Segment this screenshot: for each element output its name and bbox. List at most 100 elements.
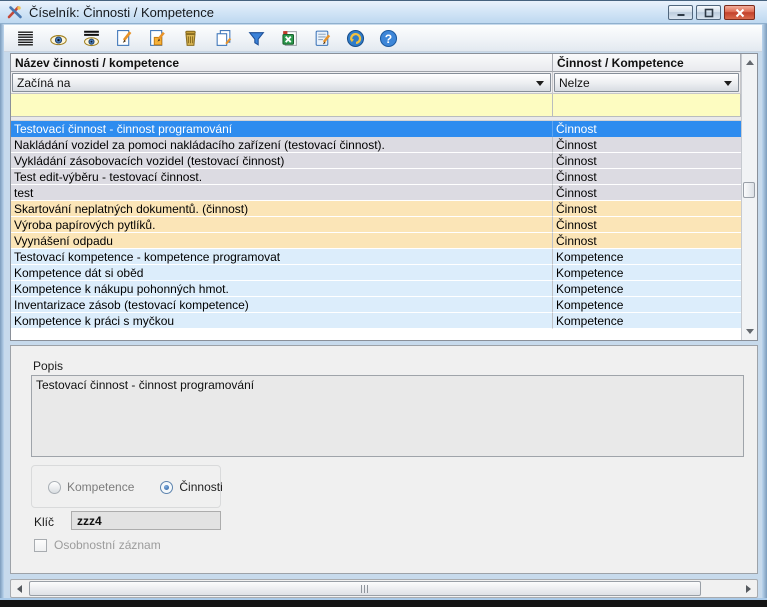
minimize-button[interactable] bbox=[668, 5, 693, 20]
cell-name[interactable]: Kompetence dát si oběd bbox=[11, 265, 553, 281]
type-filter-value: Nelze bbox=[559, 76, 590, 90]
cell-name[interactable]: Inventarizace zásob (testovací kompetenc… bbox=[11, 297, 553, 313]
chevron-down-icon bbox=[724, 81, 732, 86]
cell-name[interactable]: Vyynášení odpadu bbox=[11, 233, 553, 249]
personal-record-checkbox[interactable] bbox=[34, 539, 47, 552]
cell-type[interactable]: Činnost bbox=[553, 233, 741, 249]
cell-type[interactable]: Činnost bbox=[553, 153, 741, 169]
scroll-down-button[interactable] bbox=[742, 324, 757, 339]
detail-panel: Popis Testovací činnost - činnost progra… bbox=[10, 345, 758, 574]
table-row[interactable]: testČinnost bbox=[11, 185, 741, 201]
copy-record-button[interactable] bbox=[211, 27, 235, 50]
name-filter-dropdown[interactable]: Začíná na bbox=[12, 73, 551, 92]
cell-type[interactable]: Činnost bbox=[553, 217, 741, 233]
cell-type[interactable]: Kompetence bbox=[553, 297, 741, 313]
cell-name[interactable]: test bbox=[11, 185, 553, 201]
cell-name[interactable]: Kompetence k nákupu pohonných hmot. bbox=[11, 281, 553, 297]
triangle-left-icon bbox=[17, 585, 22, 593]
app-tools-icon bbox=[7, 4, 23, 20]
cell-name[interactable]: Testovací kompetence - kompetence progra… bbox=[11, 249, 553, 265]
cell-type[interactable]: Kompetence bbox=[553, 249, 741, 265]
radio-item-kompetence[interactable]: Kompetence bbox=[48, 480, 134, 494]
cell-type[interactable]: Činnost bbox=[553, 137, 741, 153]
view-columns-button[interactable] bbox=[79, 27, 103, 50]
table-row[interactable]: Test edit-výběru - testovací činnost.Čin… bbox=[11, 169, 741, 185]
type-filter-dropdown[interactable]: Nelze bbox=[554, 73, 739, 92]
new-record-icon bbox=[115, 29, 134, 48]
cell-name[interactable]: Výroba papírových pytlíků. bbox=[11, 217, 553, 233]
horizontal-scrollbar-thumb[interactable] bbox=[29, 581, 701, 596]
triangle-down-icon bbox=[746, 329, 754, 334]
new-record-button[interactable] bbox=[112, 27, 136, 50]
thumb-grip-icon bbox=[361, 585, 369, 593]
table-row[interactable]: Kompetence dát si obědKompetence bbox=[11, 265, 741, 281]
radio-button[interactable] bbox=[48, 481, 61, 494]
view-button[interactable] bbox=[46, 27, 70, 50]
table-row[interactable]: Vyynášení odpaduČinnost bbox=[11, 233, 741, 249]
scroll-up-button[interactable] bbox=[742, 55, 757, 70]
cell-type[interactable]: Kompetence bbox=[553, 265, 741, 281]
table-row[interactable]: Výroba papírových pytlíků.Činnost bbox=[11, 217, 741, 233]
refresh-icon bbox=[346, 29, 365, 48]
cell-name[interactable]: Vykládání zásobovacích vozidel (testovac… bbox=[11, 153, 553, 169]
excel-export-button[interactable] bbox=[277, 27, 301, 50]
close-button[interactable] bbox=[724, 5, 755, 20]
description-label: Popis bbox=[33, 359, 63, 373]
cell-name[interactable]: Kompetence k práci s myčkou bbox=[11, 313, 553, 329]
window-border bbox=[762, 24, 767, 598]
description-textarea[interactable]: Testovací činnost - činnost programování bbox=[31, 375, 744, 457]
vertical-scrollbar-thumb[interactable] bbox=[743, 182, 755, 198]
table-row[interactable]: Inventarizace zásob (testovací kompetenc… bbox=[11, 297, 741, 313]
maximize-button[interactable] bbox=[696, 5, 721, 20]
scroll-left-button[interactable] bbox=[11, 580, 28, 597]
key-label: Klíč bbox=[34, 515, 54, 529]
rows-list-button[interactable] bbox=[13, 27, 37, 50]
horizontal-scrollbar[interactable] bbox=[10, 579, 758, 598]
records-grid: Název činnosti / kompetence Činnost / Ko… bbox=[10, 53, 758, 341]
edit-record-button[interactable] bbox=[145, 27, 169, 50]
table-row[interactable]: Testovací kompetence - kompetence progra… bbox=[11, 249, 741, 265]
table-row[interactable]: Kompetence k práci s myčkouKompetence bbox=[11, 313, 741, 329]
scroll-right-button[interactable] bbox=[740, 580, 757, 597]
name-filter-value: Začíná na bbox=[17, 76, 70, 90]
delete-record-button[interactable] bbox=[178, 27, 202, 50]
cell-name[interactable]: Testovací činnost - činnost programování bbox=[11, 121, 553, 137]
table-row[interactable]: Vykládání zásobovacích vozidel (testovac… bbox=[11, 153, 741, 169]
vertical-scrollbar[interactable] bbox=[741, 54, 757, 340]
window-controls bbox=[668, 5, 755, 20]
help-button[interactable]: ? bbox=[376, 27, 400, 50]
filter-cell-type: Nelze bbox=[553, 72, 741, 93]
name-search-input[interactable] bbox=[11, 94, 553, 116]
table-row[interactable]: Nakládání vozidel za pomoci nakládacího … bbox=[11, 137, 741, 153]
cell-type[interactable]: Činnost bbox=[553, 121, 741, 137]
edit-note-button[interactable] bbox=[310, 27, 334, 50]
filter-button[interactable] bbox=[244, 27, 268, 50]
cell-name[interactable]: Skartování neplatných dokumentů. (činnos… bbox=[11, 201, 553, 217]
cell-type[interactable]: Činnost bbox=[553, 185, 741, 201]
search-row bbox=[11, 94, 741, 117]
refresh-button[interactable] bbox=[343, 27, 367, 50]
excel-export-icon bbox=[280, 29, 299, 48]
cell-type[interactable]: Činnost bbox=[553, 169, 741, 185]
radio-item-cinnosti[interactable]: Činnosti bbox=[160, 480, 222, 494]
cell-type[interactable]: Kompetence bbox=[553, 281, 741, 297]
filter-row: Začíná na Nelze bbox=[11, 72, 741, 94]
table-row[interactable]: Kompetence k nákupu pohonných hmot.Kompe… bbox=[11, 281, 741, 297]
window-border bbox=[0, 600, 767, 607]
type-search-input[interactable] bbox=[553, 94, 741, 116]
table-body: Testovací činnost - činnost programování… bbox=[11, 121, 741, 329]
personal-record-row[interactable]: Osobnostní záznam bbox=[34, 538, 161, 552]
key-field[interactable]: zzz4 bbox=[71, 511, 221, 530]
grid-header: Název činnosti / kompetence Činnost / Ko… bbox=[11, 54, 741, 72]
table-row[interactable]: Skartování neplatných dokumentů. (činnos… bbox=[11, 201, 741, 217]
radio-button[interactable] bbox=[160, 481, 173, 494]
restore-icon bbox=[704, 8, 714, 18]
cell-type[interactable]: Kompetence bbox=[553, 313, 741, 329]
cell-type[interactable]: Činnost bbox=[553, 201, 741, 217]
cell-name[interactable]: Test edit-výběru - testovací činnost. bbox=[11, 169, 553, 185]
column-header-type[interactable]: Činnost / Kompetence bbox=[553, 54, 741, 72]
table-row[interactable]: Testovací činnost - činnost programování… bbox=[11, 121, 741, 137]
cell-name[interactable]: Nakládání vozidel za pomoci nakládacího … bbox=[11, 137, 553, 153]
chevron-down-icon bbox=[536, 81, 544, 86]
column-header-name[interactable]: Název činnosti / kompetence bbox=[11, 54, 553, 72]
